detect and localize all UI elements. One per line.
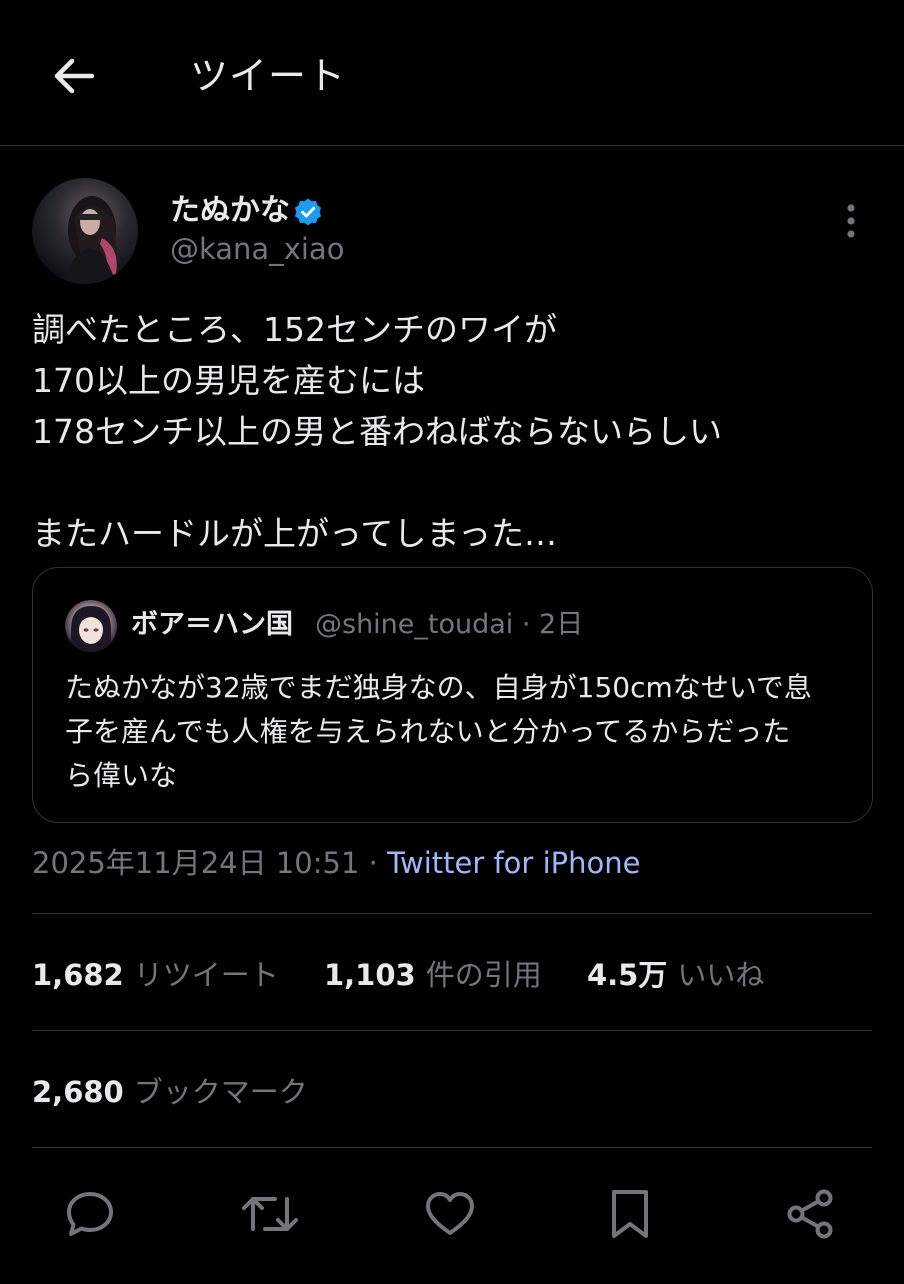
divider — [32, 913, 872, 914]
share-icon — [787, 1189, 833, 1239]
tweet-text-line — [32, 457, 872, 508]
back-button[interactable] — [46, 48, 102, 104]
retweet-button[interactable] — [240, 1186, 300, 1242]
bookmark-icon — [612, 1190, 648, 1238]
quote-count-stat[interactable]: 1,103 件の引用 — [324, 953, 542, 997]
like-icon — [426, 1192, 474, 1235]
page-title: ツイート — [190, 54, 347, 98]
verified-badge-icon — [294, 198, 322, 226]
tweet-source-link[interactable]: Twitter for iPhone — [387, 846, 640, 880]
quoted-author-name: ボア＝ハン国 — [131, 609, 293, 640]
bookmark-count: 2,680 — [32, 1075, 124, 1109]
more-vertical-icon — [847, 204, 855, 238]
tweet-text: 調べたところ、152センチのワイが 170以上の男児を産むには 178センチ以上… — [32, 304, 872, 559]
quoted-text-line: 子を産んでも人権を与えられないと分かってるからだった — [65, 715, 791, 748]
reply-button[interactable] — [60, 1186, 120, 1242]
tweet-text-line: 178センチ以上の男と番わねばならないらしい — [32, 412, 722, 451]
author-display-name[interactable]: たぬかな — [170, 192, 290, 230]
tweet-text-line: 調べたところ、152センチのワイが — [32, 310, 557, 349]
top-bar: ツイート — [0, 0, 904, 146]
quoted-author-avatar — [65, 600, 117, 652]
bookmark-label: ブックマーク — [133, 1075, 308, 1109]
retweet-icon — [242, 1197, 298, 1231]
quoted-avatar-portrait — [71, 606, 111, 652]
author-avatar[interactable] — [32, 178, 138, 284]
quoted-author-handle-time: @shine_toudai · 2日 — [315, 609, 584, 640]
tweet-text-line: またハードルが上がってしまった… — [32, 514, 558, 553]
arrow-left-icon — [54, 58, 95, 94]
more-options-button[interactable] — [830, 200, 872, 242]
author-handle[interactable]: @kana_xiao — [170, 230, 344, 268]
avatar-portrait — [62, 196, 118, 284]
like-count: 4.5万 — [586, 958, 668, 992]
divider — [32, 1030, 872, 1031]
tweet-timestamp: 2025年11月24日 10:51 · — [32, 846, 388, 880]
quote-count: 1,103 — [323, 958, 416, 992]
like-count-stat[interactable]: 4.5万 いいね — [587, 953, 764, 997]
retweet-count-stat[interactable]: 1,682 リツイート — [32, 953, 279, 997]
share-button[interactable] — [780, 1186, 840, 1242]
bookmark-stat[interactable]: 2,680 ブックマーク — [32, 1070, 308, 1114]
retweet-count: 1,682 — [32, 958, 124, 992]
divider — [32, 1147, 872, 1148]
quote-label: 件の引用 — [425, 958, 542, 992]
like-button[interactable] — [420, 1186, 480, 1242]
quoted-text-line: ら偉いな — [65, 759, 178, 792]
like-label: いいね — [677, 958, 765, 992]
reply-icon — [67, 1192, 113, 1236]
quoted-tweet-text: たぬかなが32歳でまだ独身なの、自身が150cmなせいで息 子を産んでも人権を与… — [65, 666, 855, 798]
bookmark-button[interactable] — [600, 1186, 660, 1242]
tweet-text-line: 170以上の男児を産むには — [32, 361, 425, 400]
retweet-label: リツイート — [133, 958, 279, 992]
action-bar — [0, 1170, 904, 1254]
quoted-tweet-card[interactable]: ボア＝ハン国 @shine_toudai · 2日 たぬかなが32歳でまだ独身な… — [32, 567, 873, 823]
engagement-stats: 1,682 リツイート 1,103 件の引用 4.5万 いいね — [32, 953, 764, 997]
tweet-meta: 2025年11月24日 10:51 · Twitter for iPhone — [32, 842, 640, 884]
quoted-text-line: たぬかなが32歳でまだ独身なの、自身が150cmなせいで息 — [65, 671, 812, 704]
